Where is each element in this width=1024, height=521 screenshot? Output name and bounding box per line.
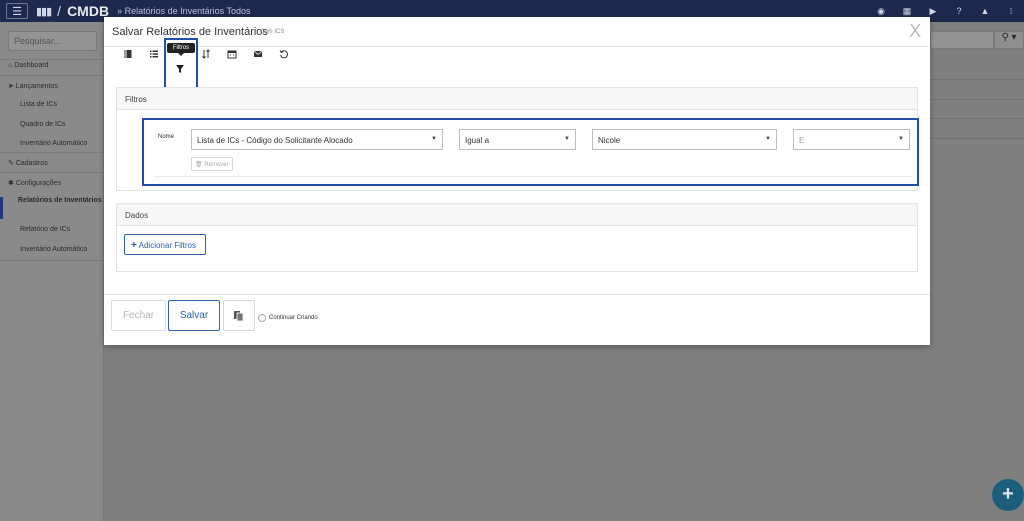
user-avatar-icon[interactable]: ◉ <box>868 6 894 17</box>
copy-icon <box>234 310 244 321</box>
divider <box>0 172 104 173</box>
modal-header: Salvar Relatórios de Inventários Com ICS… <box>104 17 930 47</box>
divider <box>0 260 104 261</box>
sidebar-search-input[interactable]: Pesquisar... <box>8 31 97 51</box>
close-button[interactable]: Fechar <box>111 300 166 331</box>
sidebar-item-lista-ics[interactable]: Lista de ICs <box>0 101 104 108</box>
filter-row-highlight-box <box>142 118 919 186</box>
breadcrumb[interactable]: » Relatórios de Inventários Todos <box>117 6 250 16</box>
divider <box>0 75 104 76</box>
modal-title: Salvar Relatórios de Inventários <box>112 26 268 38</box>
bar-chart-icon: ▮▮▮ <box>36 5 52 18</box>
data-panel-heading: Dados <box>117 204 917 226</box>
sidebar-item-label: Configurações <box>15 180 61 187</box>
edit-icon: ✎ <box>8 160 16 167</box>
copy-button[interactable] <box>223 300 255 331</box>
list-icon[interactable] <box>147 47 161 61</box>
envelope-icon[interactable] <box>251 47 265 61</box>
add-filter-button[interactable]: + Adicionar Filtros <box>124 234 206 255</box>
sidebar-item-inventario-auto[interactable]: Inventário Automático <box>0 140 104 147</box>
continue-creating-label: Continuar Criando <box>269 315 318 321</box>
grid-icon[interactable]: ▦ <box>894 6 920 17</box>
modal-subtitle: Com ICS <box>260 29 285 35</box>
content-row <box>930 79 1024 80</box>
search-icon[interactable]: ⚲ ▾ <box>994 31 1024 49</box>
app-name[interactable]: CMDB <box>67 3 109 19</box>
save-button[interactable]: Salvar <box>168 300 220 331</box>
add-filter-label: Adicionar Filtros <box>138 241 196 250</box>
bell-icon[interactable]: ▲ <box>972 6 998 16</box>
plus-icon: + <box>131 240 137 251</box>
content-row <box>930 138 1024 139</box>
sidebar-item-configuracoes[interactable]: ✱ Configurações <box>0 179 104 187</box>
divider <box>104 294 930 295</box>
divider <box>0 152 104 153</box>
sort-icon[interactable] <box>199 47 213 61</box>
sidebar: Pesquisar... ⌂ Dashboard ➤ Lançamentos L… <box>0 22 104 521</box>
filter-highlight-box <box>164 38 198 90</box>
sidebar-item-relatorios-inventarios[interactable]: Relatórios de Inventários <box>0 197 104 219</box>
sidebar-item-label: Lançamentos <box>15 83 58 90</box>
play-icon[interactable]: ▶ <box>920 6 946 17</box>
sidebar-item-lancamentos[interactable]: ➤ Lançamentos <box>0 82 104 90</box>
hamburger-menu-icon[interactable]: ☰ <box>6 3 28 19</box>
history-icon[interactable] <box>277 47 291 61</box>
filters-panel-heading: Filtros <box>117 88 917 110</box>
add-floating-button[interactable]: + <box>992 479 1024 511</box>
book-icon[interactable] <box>121 47 135 61</box>
sidebar-item-cadastros[interactable]: ✎ Cadastros <box>0 159 104 167</box>
send-icon: ➤ <box>8 83 16 90</box>
calendar-icon[interactable] <box>225 47 239 61</box>
sidebar-item-inventario-automatico[interactable]: Inventário Automático <box>0 246 104 253</box>
help-icon[interactable]: ? <box>946 6 972 16</box>
data-panel: Dados <box>116 203 918 272</box>
continue-creating-option[interactable]: Continuar Criando <box>258 314 318 322</box>
close-icon[interactable]: X <box>909 21 921 42</box>
sidebar-item-label: Dashboard <box>14 62 49 69</box>
apps-icon[interactable]: ⁝ <box>998 6 1024 17</box>
sidebar-item-label: Cadastros <box>15 160 48 167</box>
breadcrumb-separator: / <box>57 3 62 19</box>
sidebar-item-quadro-ics[interactable]: Quadro de ICs <box>0 121 104 128</box>
sidebar-item-dashboard[interactable]: ⌂ Dashboard <box>0 62 104 69</box>
content-row <box>930 99 1024 100</box>
continue-creating-radio[interactable] <box>258 314 266 322</box>
gear-icon: ✱ <box>8 180 16 187</box>
content-row <box>930 118 1024 119</box>
content-search-input[interactable] <box>930 31 994 49</box>
sidebar-item-relatorio-ics[interactable]: Relatório de ICs <box>0 226 104 233</box>
divider <box>0 59 104 60</box>
